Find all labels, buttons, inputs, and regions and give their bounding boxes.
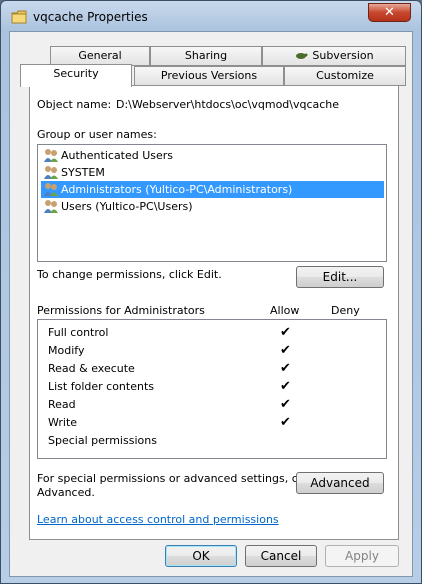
list-item[interactable]: Users (Yultico-PC\Users) <box>41 198 384 215</box>
tab-label: Subversion <box>312 49 374 62</box>
permission-row: Modify ✔ <box>48 342 378 360</box>
permission-row: List folder contents ✔ <box>48 378 378 396</box>
change-permissions-text: To change permissions, click Edit. <box>37 268 222 281</box>
properties-window: vqcache Properties ✕ General Sharing Sub… <box>0 0 422 584</box>
user-name: Administrators (Yultico-PC\Administrator… <box>61 183 293 196</box>
ok-button[interactable]: OK <box>165 545 237 567</box>
users-group-icon <box>44 166 58 179</box>
permission-name: Read & execute <box>48 362 135 375</box>
user-name: SYSTEM <box>61 166 105 179</box>
tab-security[interactable]: Security <box>20 64 132 87</box>
title-bar[interactable]: vqcache Properties ✕ <box>1 1 421 33</box>
allow-check-icon: ✔ <box>280 397 291 412</box>
tab-label: Previous Versions <box>160 69 258 82</box>
deny-header: Deny <box>331 304 360 317</box>
apply-button[interactable]: Apply <box>325 545 399 567</box>
users-group-icon <box>44 200 58 213</box>
tab-label: Sharing <box>184 49 228 62</box>
permission-row: Full control ✔ <box>48 324 378 342</box>
user-list[interactable]: Authenticated Users SYSTEM Administrator… <box>37 144 387 262</box>
users-group-icon <box>44 149 58 162</box>
edit-button[interactable]: Edit... <box>296 266 384 288</box>
advanced-text-line1: For special permissions or advanced sett… <box>37 472 317 485</box>
permission-name: List folder contents <box>48 380 154 393</box>
allow-check-icon: ✔ <box>280 379 291 394</box>
allow-check-icon: ✔ <box>280 361 291 376</box>
window-title: vqcache Properties <box>33 10 148 24</box>
advanced-text-line2: Advanced. <box>37 486 95 499</box>
tab-sharing[interactable]: Sharing <box>150 46 262 66</box>
close-icon: ✕ <box>384 5 395 20</box>
permission-name: Read <box>48 398 76 411</box>
permission-row: Read & execute ✔ <box>48 360 378 378</box>
object-name-value: D:\Webserver\htdocs\oc\vqmod\vqcache <box>116 98 340 111</box>
tortoise-icon <box>296 53 308 59</box>
security-panel: Object name: D:\Webserver\htdocs\oc\vqmo… <box>29 85 399 540</box>
permission-name: Special permissions <box>48 434 157 447</box>
advanced-button[interactable]: Advanced <box>296 472 384 494</box>
cancel-button[interactable]: Cancel <box>245 545 317 567</box>
group-label: Group or user names: <box>37 128 157 141</box>
user-name: Authenticated Users <box>61 149 174 162</box>
folder-icon <box>11 10 27 24</box>
permissions-list[interactable]: Full control ✔ Modify ✔ Read & execute ✔… <box>37 319 387 459</box>
allow-check-icon: ✔ <box>280 325 291 340</box>
allow-check-icon: ✔ <box>280 343 291 358</box>
permission-name: Modify <box>48 344 85 357</box>
allow-check-icon: ✔ <box>280 415 291 430</box>
user-name: Users (Yultico-PC\Users) <box>61 200 193 213</box>
allow-header: Allow <box>270 304 300 317</box>
list-item[interactable]: Authenticated Users <box>41 147 384 164</box>
users-group-icon <box>44 183 58 196</box>
learn-access-control-link[interactable]: Learn about access control and permissio… <box>37 513 279 526</box>
list-item-selected[interactable]: Administrators (Yultico-PC\Administrator… <box>41 181 384 198</box>
close-button[interactable]: ✕ <box>368 3 411 22</box>
object-name-label: Object name: <box>37 98 112 111</box>
permission-row: Special permissions <box>48 432 378 450</box>
permission-row: Read ✔ <box>48 396 378 414</box>
permissions-for-label: Permissions for Administrators <box>37 304 205 317</box>
tab-previous-versions[interactable]: Previous Versions <box>134 66 284 86</box>
tab-subversion[interactable]: Subversion <box>262 46 406 66</box>
tab-label: Security <box>53 67 99 80</box>
permission-row: Write ✔ <box>48 414 378 432</box>
tab-label: Customize <box>316 69 374 82</box>
permission-name: Full control <box>48 326 109 339</box>
list-item[interactable]: SYSTEM <box>41 164 384 181</box>
tab-general[interactable]: General <box>50 46 150 66</box>
tab-customize[interactable]: Customize <box>284 66 406 86</box>
tab-label: General <box>78 49 122 62</box>
permission-name: Write <box>48 416 78 429</box>
